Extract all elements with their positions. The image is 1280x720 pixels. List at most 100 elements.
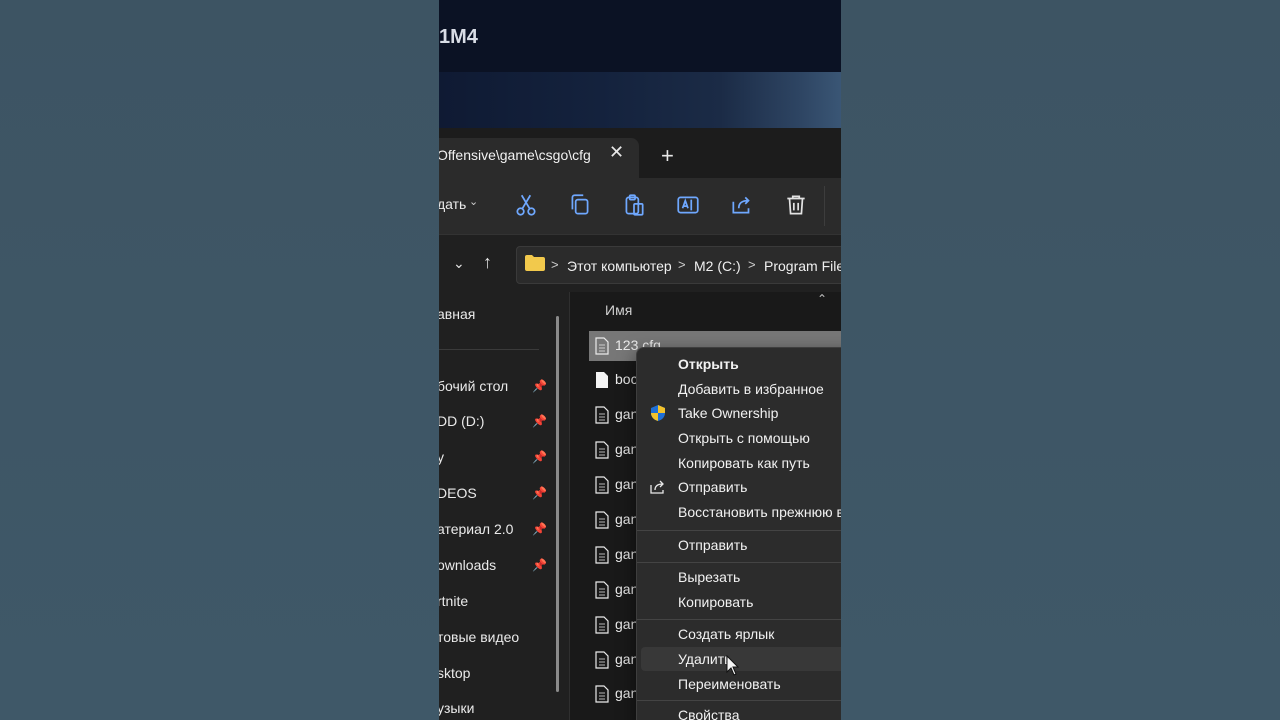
rename-icon[interactable] [675, 192, 701, 218]
background-app-header: 1M4 [439, 0, 841, 72]
command-bar: дать ⌄ [439, 178, 841, 234]
tab-close-icon[interactable]: ✕ [609, 142, 624, 163]
sidebar-scrollbar[interactable] [556, 316, 559, 692]
sidebar-item-fortnite[interactable]: rtnite [439, 593, 468, 609]
backdrop-left [0, 0, 439, 720]
sidebar-item-desktop-ru[interactable]: бочий стол [439, 378, 508, 394]
sidebar-item-desktop[interactable]: sktop [439, 665, 470, 681]
file-icon [595, 511, 609, 529]
new-tab-icon[interactable]: + [661, 143, 674, 169]
menu-item-label: Копировать как путь [678, 455, 810, 471]
background-app-title: 1M4 [439, 26, 478, 48]
folder-icon [525, 255, 545, 271]
backdrop-right [841, 0, 1280, 720]
menu-item-restore-previous[interactable]: Восстановить прежнюю ве [637, 500, 841, 524]
menu-item-open-with[interactable]: Открыть с помощью [637, 426, 841, 450]
file-icon [595, 546, 609, 564]
file-icon [595, 581, 609, 599]
menu-item-copy[interactable]: Копировать [637, 590, 841, 614]
file-name: gan [615, 651, 639, 667]
file-name: gan [615, 476, 639, 492]
shield-icon [651, 405, 665, 421]
menu-item-label: Открыть [678, 356, 739, 372]
menu-item-label: Отправить [678, 479, 748, 495]
menu-item-label: Удалить [678, 651, 732, 667]
breadcrumb-this-pc[interactable]: Этот компьютер [567, 258, 672, 274]
breadcrumb-drive-c[interactable]: M2 (C:) [694, 258, 741, 274]
pin-icon: 📌 [532, 379, 547, 393]
menu-item-properties[interactable]: Свойства [637, 703, 841, 720]
create-button[interactable]: дать [439, 196, 466, 212]
create-caret-icon[interactable]: ⌄ [469, 195, 478, 208]
copy-icon[interactable] [567, 192, 593, 218]
delete-icon[interactable] [783, 192, 809, 218]
file-name: gan [615, 511, 639, 527]
file-icon [595, 337, 609, 355]
file-icon [595, 406, 609, 424]
menu-item-share[interactable]: Отправить [637, 475, 841, 499]
breadcrumb-program-files[interactable]: Program Files [764, 258, 841, 274]
menu-item-cut[interactable]: Вырезать [637, 565, 841, 589]
sidebar-item-drive-d[interactable]: DD (D:) [439, 413, 484, 429]
menu-item-create-shortcut[interactable]: Создать ярлык [637, 622, 841, 646]
sidebar-divider [439, 349, 539, 350]
pin-icon: 📌 [532, 558, 547, 572]
navigation-pane: авная бочий стол 📌 DD (D:) 📌 y 📌 DEOS 📌 … [439, 292, 569, 720]
sidebar-item-material[interactable]: атериал 2.0 [439, 521, 513, 537]
menu-item-label: Восстановить прежнюю ве [678, 504, 841, 520]
file-icon [595, 685, 609, 703]
toolbar-divider [824, 186, 825, 226]
file-name: gan [615, 616, 639, 632]
sidebar-item-home[interactable]: авная [439, 306, 475, 322]
share-icon[interactable] [729, 192, 755, 218]
file-name: gan [615, 441, 639, 457]
menu-separator [637, 562, 841, 563]
column-header-name[interactable]: Имя [605, 302, 632, 318]
share-icon [650, 480, 664, 494]
file-name: gan [615, 546, 639, 562]
file-name: gan [615, 406, 639, 422]
address-row: ⌄ ↑ > Этот компьютер > M2 (C:) > Program… [439, 234, 841, 293]
menu-item-open[interactable]: Открыть [637, 352, 841, 376]
sort-ascending-icon: ⌃ [817, 292, 828, 306]
up-arrow-icon[interactable]: ↑ [483, 252, 492, 273]
pin-icon: 📌 [532, 450, 547, 464]
menu-item-send-to[interactable]: Отправить [637, 533, 841, 557]
sidebar-item-ready-videos[interactable]: товые видео [439, 629, 519, 645]
menu-item-label: Take Ownership [678, 405, 779, 421]
sidebar-item-music[interactable]: узыки [439, 700, 474, 716]
menu-separator [637, 530, 841, 531]
recent-locations-chevron-icon[interactable]: ⌄ [453, 255, 465, 272]
file-name: gan [615, 685, 639, 701]
file-icon [595, 651, 609, 669]
menu-item-label: Вырезать [678, 569, 741, 585]
file-icon [595, 476, 609, 494]
menu-item-copy-as-path[interactable]: Копировать как путь [637, 451, 841, 475]
menu-item-label: Переименовать [678, 676, 781, 692]
menu-item-delete[interactable]: Удалить [641, 647, 841, 671]
address-bar[interactable]: > Этот компьютер > M2 (C:) > Program Fil… [516, 246, 841, 284]
pin-icon: 📌 [532, 522, 547, 536]
paste-icon[interactable] [621, 192, 647, 218]
tab-bar: Offensive\game\csgo\cfg ✕ + [439, 128, 841, 178]
menu-item-take-ownership[interactable]: Take Ownership [637, 401, 841, 425]
file-icon [595, 616, 609, 634]
file-icon [595, 441, 609, 459]
sidebar-item-videos[interactable]: DEOS [439, 485, 477, 501]
menu-item-add-favorites[interactable]: Добавить в избранное [637, 377, 841, 401]
menu-separator [637, 700, 841, 701]
pin-icon: 📌 [532, 414, 547, 428]
tab-label: Offensive\game\csgo\cfg [439, 147, 591, 163]
background-app-banner [439, 72, 841, 128]
breadcrumb-separator-icon: > [551, 257, 559, 272]
menu-item-label: Копировать [678, 594, 754, 610]
cut-icon[interactable] [513, 192, 539, 218]
sidebar-item-y[interactable]: y [439, 449, 444, 465]
menu-item-label: Отправить [678, 537, 748, 553]
breadcrumb-separator-icon: > [678, 257, 686, 272]
menu-item-label: Создать ярлык [678, 626, 775, 642]
file-name: boc [615, 371, 638, 387]
sidebar-item-downloads[interactable]: ownloads [439, 557, 496, 573]
menu-item-label: Свойства [678, 707, 740, 720]
menu-separator [637, 619, 841, 620]
